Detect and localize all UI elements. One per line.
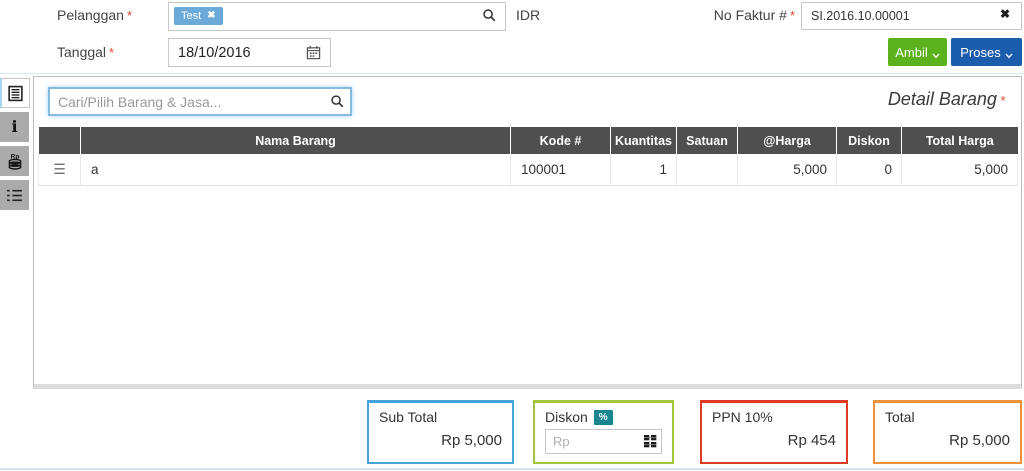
customer-tag-label: Test: [181, 10, 202, 22]
ppn-label: PPN 10%: [712, 409, 773, 425]
ambil-button[interactable]: Ambil: [888, 38, 947, 66]
col-nama-barang: Nama Barang: [80, 127, 511, 154]
cell-diskon[interactable]: 0: [836, 154, 902, 186]
total-label: Total: [885, 409, 915, 425]
no-faktur-label: No Faktur # *: [650, 7, 795, 23]
tab-biaya[interactable]: Rp: [0, 146, 29, 176]
subtotal-box: Sub Total Rp 5,000: [367, 400, 514, 464]
col-kuantitas: Kuantitas: [610, 127, 677, 154]
customer-input[interactable]: Test ✖: [168, 2, 506, 31]
proses-button[interactable]: Proses: [951, 38, 1022, 66]
drag-handle-icon[interactable]: ☰: [38, 154, 81, 186]
ppn-value: Rp 454: [787, 432, 836, 449]
chip-remove-icon[interactable]: ✖: [207, 11, 215, 21]
total-value: Rp 5,000: [949, 432, 1010, 449]
col-total-harga: Total Harga: [901, 127, 1018, 154]
currency-code: IDR: [516, 7, 541, 23]
list-check-icon: [7, 189, 22, 201]
invoice-header-form: Pelanggan* Test ✖ IDR No Faktur #* ✖ Tan…: [0, 0, 1024, 74]
ambil-button-label: Ambil: [895, 44, 928, 60]
cell-nama[interactable]: a: [80, 154, 511, 186]
subtotal-value: Rp 5,000: [441, 432, 502, 449]
document-lines-icon: [8, 85, 23, 101]
diskon-box: Diskon%: [533, 400, 674, 464]
pelanggan-label: Pelanggan *: [57, 7, 132, 23]
search-icon[interactable]: [330, 94, 345, 109]
tanggal-label-text: Tanggal: [57, 44, 107, 60]
tab-info[interactable]: i: [0, 112, 29, 142]
cell-satuan[interactable]: [676, 154, 738, 186]
ppn-box: PPN 10% Rp 454: [700, 400, 848, 464]
grid-keypad-icon[interactable]: [644, 435, 657, 448]
items-table: Nama Barang Kode # Kuantitas Satuan @Har…: [38, 127, 1018, 186]
diskon-label: Diskon%: [545, 409, 662, 425]
panel-title: Detail Barang *: [888, 89, 1005, 110]
required-asterisk: *: [999, 93, 1005, 108]
col-satuan: Satuan: [676, 127, 738, 154]
col-drag-handle: [38, 127, 81, 154]
clear-icon[interactable]: ✖: [1000, 8, 1010, 20]
required-asterisk: *: [109, 45, 115, 60]
bottom-divider: [0, 468, 1024, 470]
subtotal-label: Sub Total: [379, 409, 438, 425]
tab-list[interactable]: [0, 180, 29, 210]
total-box: Total Rp 5,000: [873, 400, 1022, 464]
tab-detail-barang[interactable]: [0, 78, 30, 108]
tanggal-label: Tanggal *: [57, 44, 114, 60]
calendar-icon[interactable]: [306, 45, 321, 60]
col-kode: Kode #: [510, 127, 611, 154]
required-asterisk: *: [126, 8, 133, 23]
chevron-down-icon: [1005, 53, 1013, 58]
proses-button-label: Proses: [960, 44, 1001, 60]
customer-search-icon[interactable]: [482, 8, 497, 23]
cell-total[interactable]: 5,000: [901, 154, 1018, 186]
detail-barang-panel: Detail Barang* Nama Barang Kode # Kuanti…: [33, 76, 1022, 389]
table-header-row: Nama Barang Kode # Kuantitas Satuan @Har…: [38, 127, 1018, 154]
required-asterisk: *: [789, 8, 795, 23]
sales-invoice-screen: Pelanggan* Test ✖ IDR No Faktur #* ✖ Tan…: [0, 0, 1024, 471]
diskon-label-text: Diskon: [545, 409, 588, 425]
no-faktur-input[interactable]: [801, 2, 1022, 30]
customer-tag-chip[interactable]: Test ✖: [174, 7, 223, 25]
table-row[interactable]: ☰ a 100001 1 5,000 0 5,000: [38, 154, 1018, 186]
cell-harga[interactable]: 5,000: [737, 154, 837, 186]
panel-title-text: Detail Barang: [887, 89, 997, 109]
money-rp-icon: Rp: [7, 154, 22, 170]
item-search-input[interactable]: [48, 87, 352, 116]
cell-kuantitas[interactable]: 1: [610, 154, 677, 186]
col-harga: @Harga: [737, 127, 837, 154]
cell-kode[interactable]: 100001: [510, 154, 611, 186]
col-diskon: Diskon: [836, 127, 902, 154]
info-icon: i: [11, 117, 18, 136]
pelanggan-label-text: Pelanggan: [57, 7, 124, 23]
percent-badge[interactable]: %: [593, 410, 613, 425]
no-faktur-label-text: No Faktur #: [713, 7, 787, 23]
chevron-down-icon: [932, 53, 940, 58]
